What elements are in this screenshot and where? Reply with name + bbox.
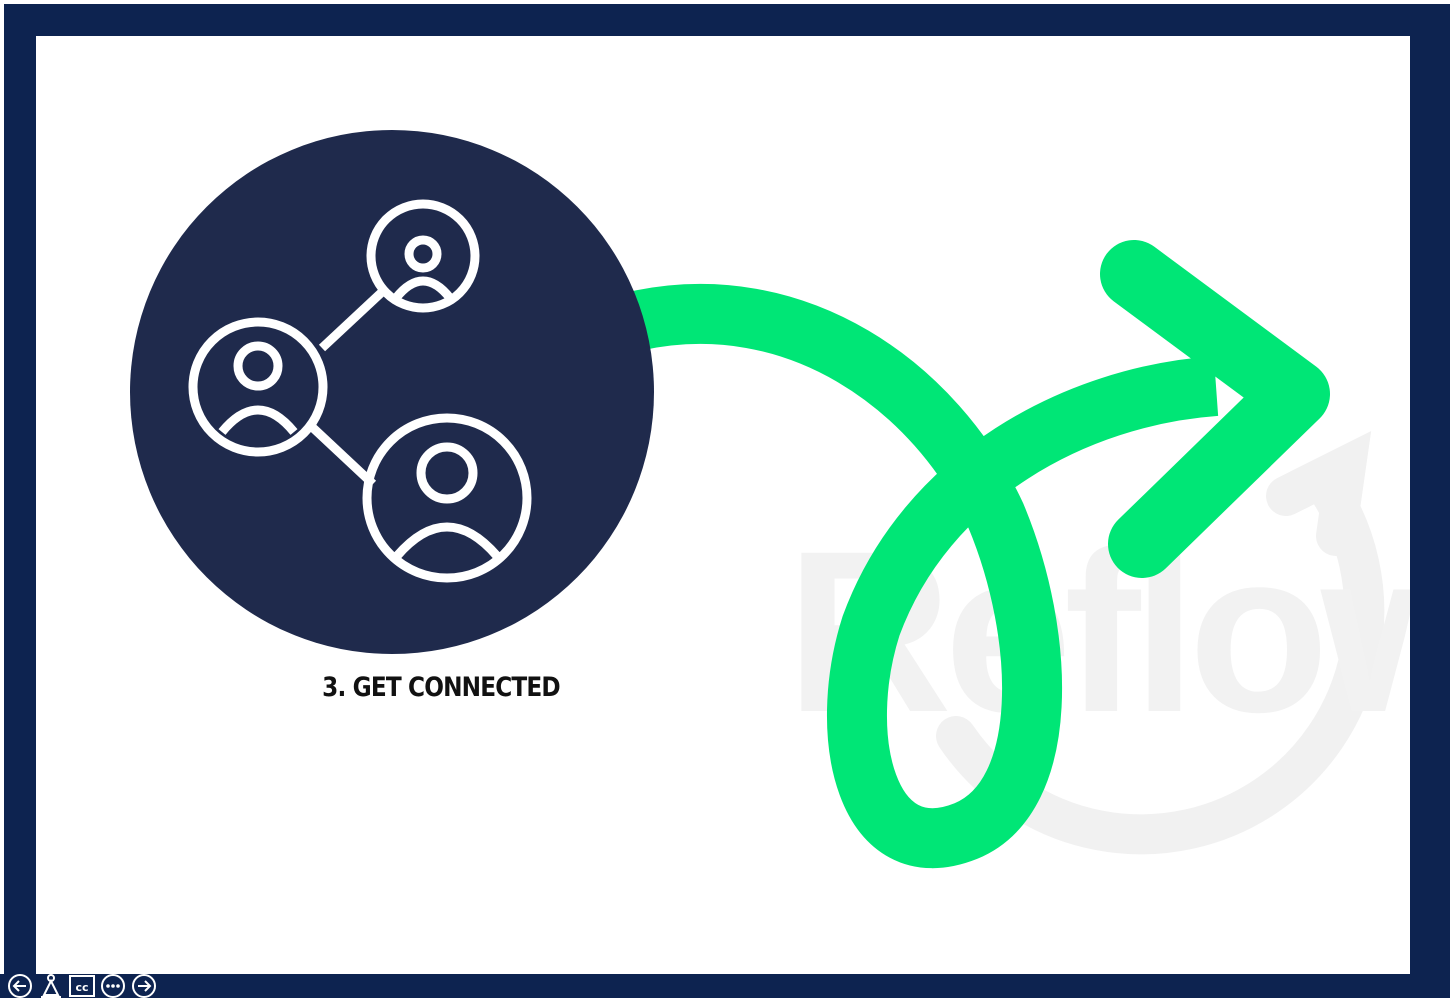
slide-caption: 3. GET CONNECTED <box>322 672 561 703</box>
frame-edge-left <box>0 0 4 974</box>
slide-artwork: Reflow <box>130 130 1410 868</box>
presentation-frame: Reflow <box>0 0 1450 998</box>
next-arrow-icon <box>132 974 156 998</box>
accessibility-button[interactable] <box>37 973 65 999</box>
player-controls: cc <box>6 973 158 999</box>
next-button[interactable] <box>130 973 158 999</box>
slide-canvas: Reflow <box>36 36 1410 974</box>
feature-circle <box>130 130 654 654</box>
accessibility-icon <box>41 974 61 998</box>
previous-button[interactable] <box>6 973 34 999</box>
frame-edge-top <box>0 0 1450 4</box>
more-options-icon <box>101 974 125 998</box>
frame-border-right <box>1410 0 1450 998</box>
frame-border-top <box>0 0 1450 36</box>
frame-border-bottom <box>0 974 1450 998</box>
captions-button[interactable]: cc <box>68 973 96 999</box>
frame-border-left <box>0 0 36 998</box>
closed-captions-icon: cc <box>69 975 95 997</box>
more-options-button[interactable] <box>99 973 127 999</box>
captions-label: cc <box>75 981 88 994</box>
previous-arrow-icon <box>8 974 32 998</box>
